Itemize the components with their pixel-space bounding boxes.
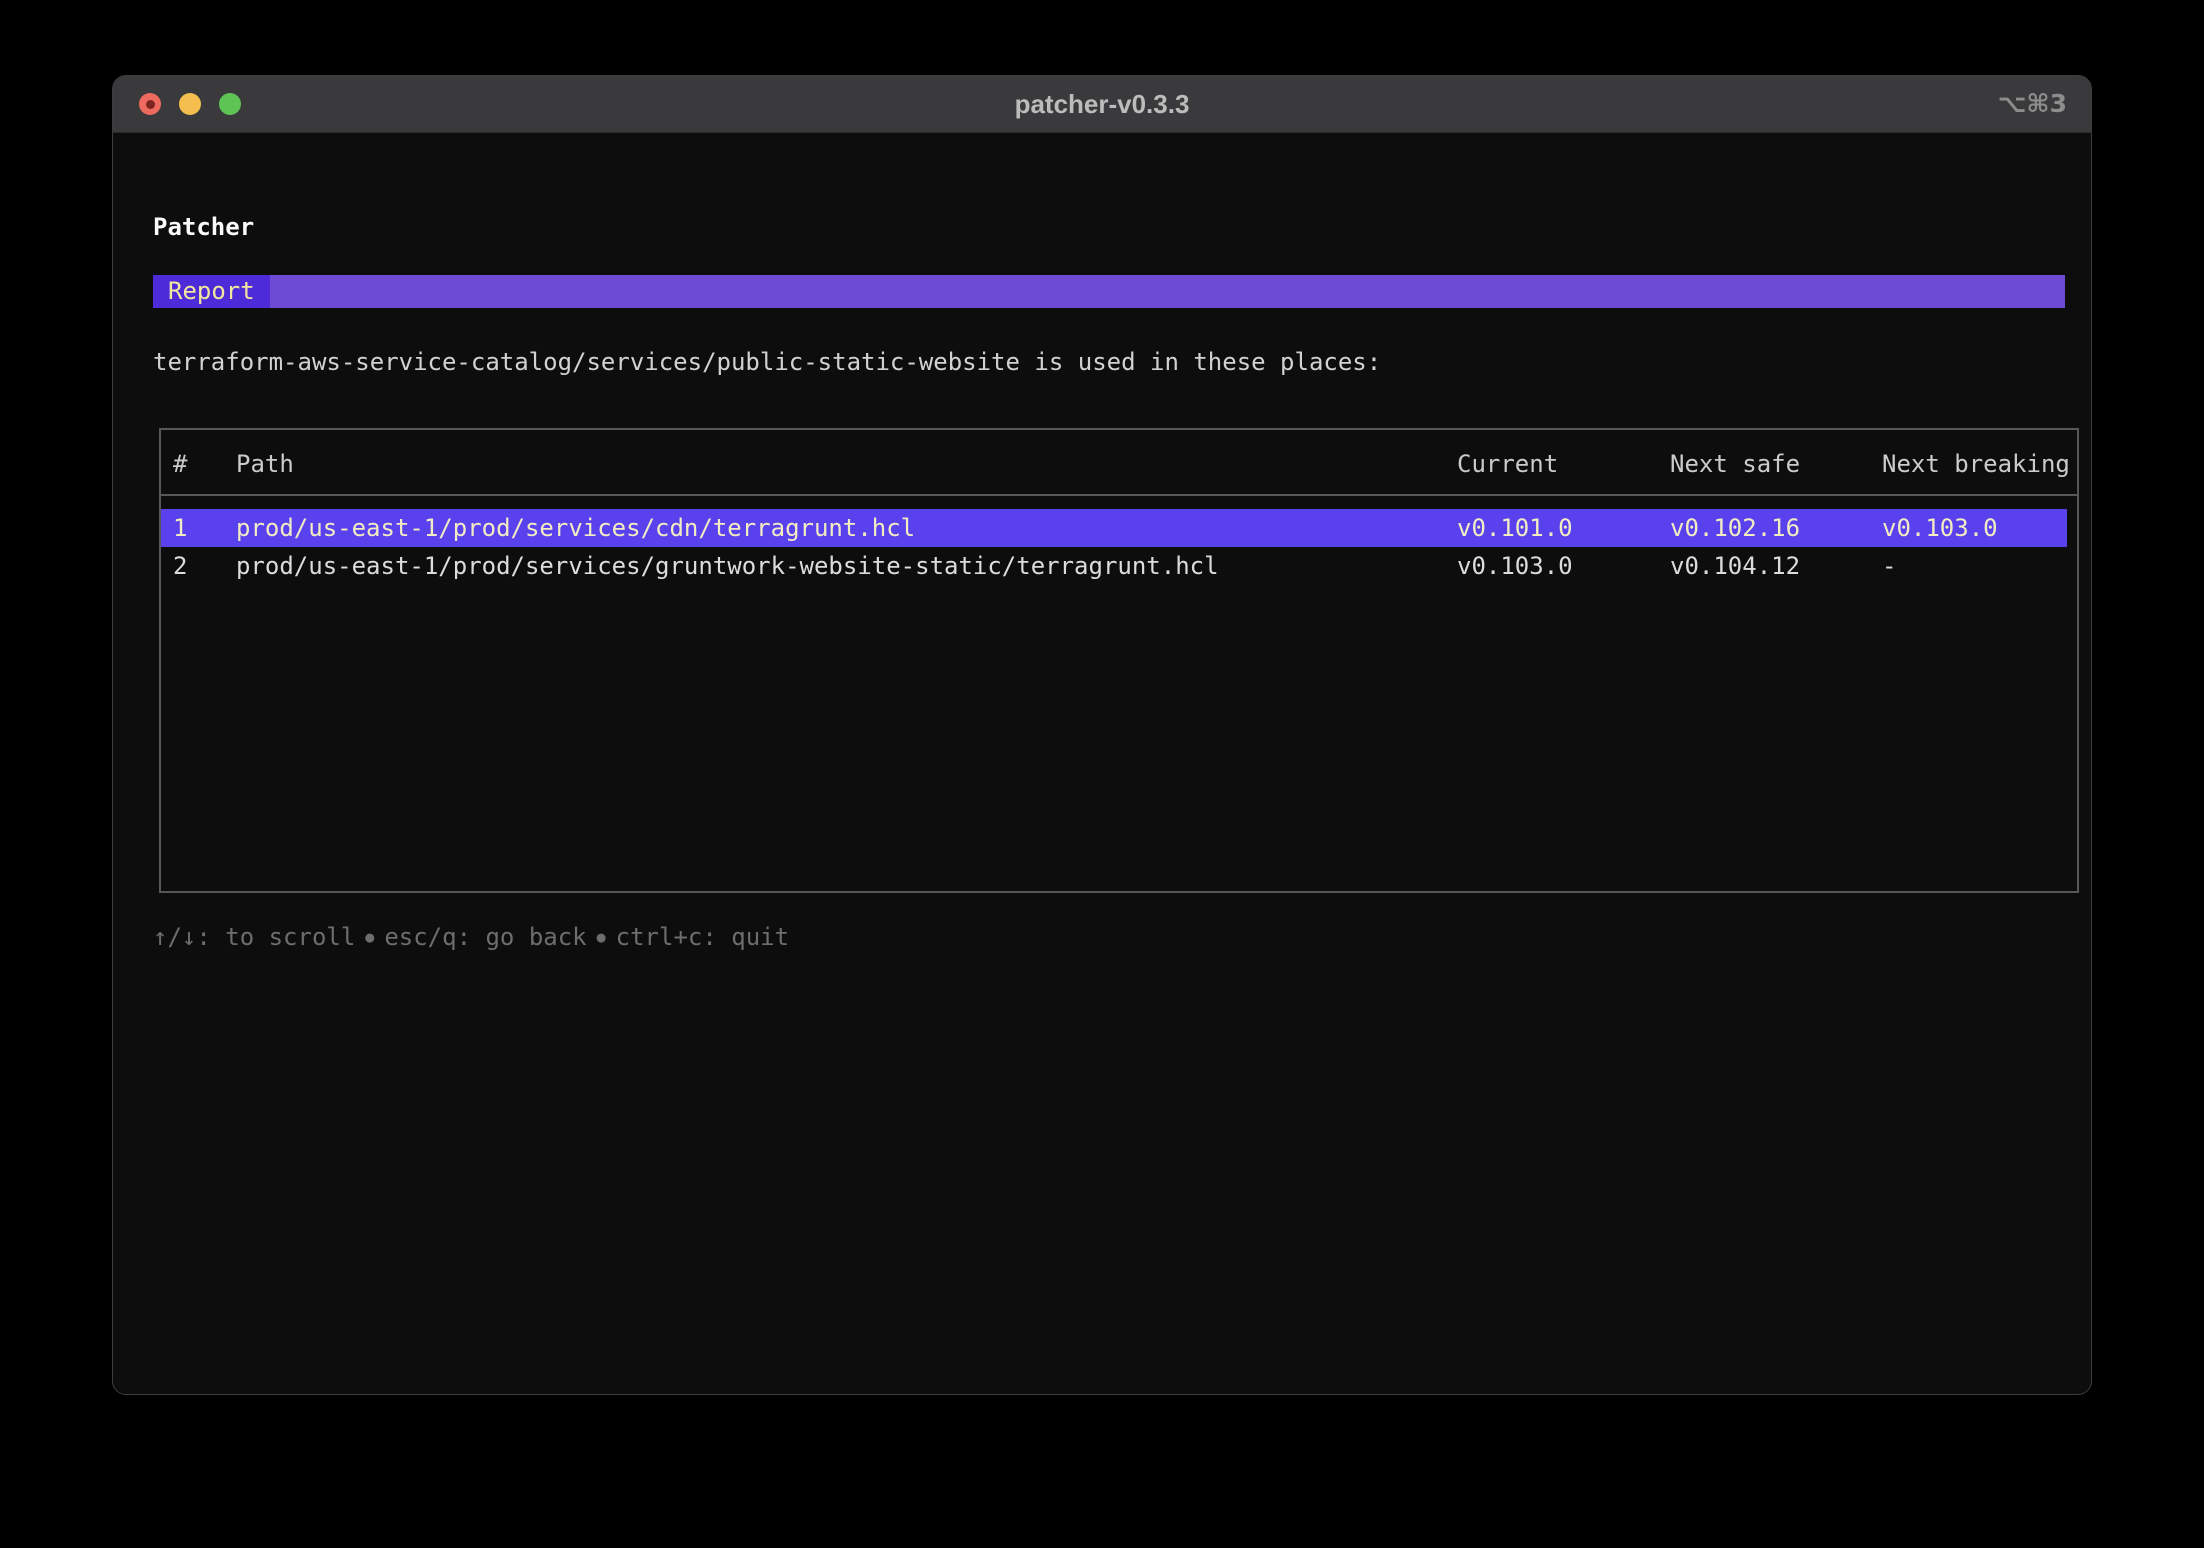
cell-index: 1 [161,509,236,547]
col-header-next-safe: Next safe [1670,450,1882,479]
help-bar: ↑/↓: to scroll ● esc/q: go back ● ctrl+c: qu… [153,923,2091,951]
usage-description: terraform-aws-service-catalog/services/p… [153,348,2091,376]
help-go-back: esc/q: go back [384,923,586,951]
cell-next-breaking: - [1882,547,2067,585]
tab-bar: Report [153,275,2065,308]
cell-next-breaking: v0.103.0 [1882,509,2067,547]
table-body: 1 prod/us-east-1/prod/services/cdn/terra… [161,496,2077,585]
col-header-next-breaking: Next breaking [1882,450,2077,479]
cell-path: prod/us-east-1/prod/services/cdn/terragr… [236,509,1457,547]
tab-report[interactable]: Report [153,275,270,308]
col-header-path: Path [236,450,1457,479]
window-shortcut-badge: ⌥⌘3 [1998,76,2067,132]
app-heading: Patcher [153,210,2091,244]
bullet-separator-icon: ● [597,928,606,946]
usage-table: # Path Current Next safe Next breaking 1… [159,428,2079,893]
desktop-background: patcher-v0.3.3 ⌥⌘3 Patcher Report terraf… [0,0,2204,1548]
window-titlebar[interactable]: patcher-v0.3.3 ⌥⌘3 [113,76,2091,133]
terminal-content: Patcher Report terraform-aws-service-cat… [113,133,2091,951]
cell-current: v0.103.0 [1457,547,1670,585]
table-header-row: # Path Current Next safe Next breaking [161,430,2077,496]
help-quit: ctrl+c: quit [616,923,789,951]
cell-index: 2 [161,547,236,585]
terminal-window: patcher-v0.3.3 ⌥⌘3 Patcher Report terraf… [112,75,2092,1395]
table-row-1-selected[interactable]: 1 prod/us-east-1/prod/services/cdn/terra… [161,509,2067,547]
cell-current: v0.101.0 [1457,509,1670,547]
cell-path: prod/us-east-1/prod/services/gruntwork-w… [236,547,1457,585]
cell-next-safe: v0.104.12 [1670,547,1882,585]
cell-next-safe: v0.102.16 [1670,509,1882,547]
help-scroll: ↑/↓: to scroll [153,923,355,951]
bullet-separator-icon: ● [365,928,374,946]
table-row-2[interactable]: 2 prod/us-east-1/prod/services/gruntwork… [161,547,2067,585]
col-header-index: # [161,450,236,479]
col-header-current: Current [1457,450,1670,479]
window-title: patcher-v0.3.3 [113,76,2091,132]
